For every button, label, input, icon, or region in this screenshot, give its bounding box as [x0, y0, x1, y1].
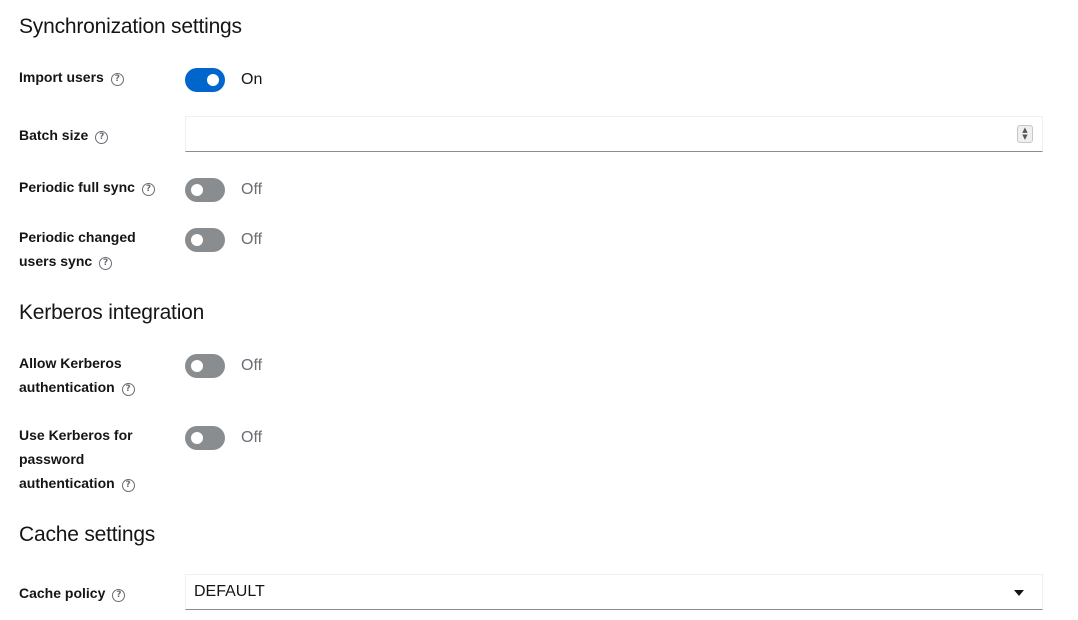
- help-icon[interactable]: ?: [95, 131, 109, 144]
- cache-policy-label-text: Cache policy: [19, 585, 106, 601]
- use-kerberos-password-label: Use Kerberos for password authentication…: [19, 423, 169, 495]
- kerberos-integration-title: Kerberos integration: [19, 301, 205, 324]
- periodic-changed-label: Periodic changed users sync?: [19, 225, 169, 273]
- import-users-label: Import users?: [19, 65, 169, 89]
- periodic-changed-label-line2-wrap: users sync?: [19, 249, 169, 273]
- help-icon[interactable]: ?: [110, 73, 124, 86]
- help-icon[interactable]: ?: [121, 479, 135, 492]
- allow-kerberos-label-line2: authentication: [19, 379, 115, 395]
- toggle-knob: [191, 184, 203, 196]
- import-users-label-text: Import users: [19, 69, 104, 85]
- spinner-down-icon[interactable]: ▼: [1022, 134, 1027, 141]
- use-kerberos-password-label-line1: Use Kerberos for: [19, 427, 133, 443]
- periodic-changed-toggle-group: Off: [185, 228, 262, 252]
- help-icon[interactable]: ?: [121, 383, 135, 396]
- import-users-toggle[interactable]: [185, 68, 225, 92]
- import-users-state: On: [241, 71, 263, 88]
- toggle-knob: [191, 234, 203, 246]
- allow-kerberos-label-line2-wrap: authentication?: [19, 375, 169, 399]
- periodic-full-sync-toggle[interactable]: [185, 178, 225, 202]
- use-kerberos-password-label-line3: authentication: [19, 475, 115, 491]
- use-kerberos-password-state: Off: [241, 429, 263, 446]
- periodic-full-sync-label: Periodic full sync?: [19, 175, 169, 199]
- batch-size-label-text: Batch size: [19, 127, 89, 143]
- toggle-knob: [191, 432, 203, 444]
- help-icon[interactable]: ?: [112, 589, 126, 602]
- periodic-changed-state: Off: [241, 231, 263, 248]
- cache-policy-select[interactable]: DEFAULT: [185, 574, 1043, 610]
- cache-policy-label: Cache policy?: [19, 581, 169, 605]
- sync-settings-title: Synchronization settings: [19, 15, 242, 38]
- periodic-full-sync-toggle-group: Off: [185, 178, 262, 202]
- periodic-changed-label-line2: users sync: [19, 253, 93, 269]
- number-spinner-icon[interactable]: ▲ ▼: [1017, 125, 1033, 143]
- help-icon[interactable]: ?: [141, 183, 155, 196]
- toggle-knob: [191, 360, 203, 372]
- cache-settings-title: Cache settings: [19, 523, 156, 546]
- batch-size-label: Batch size?: [19, 123, 169, 147]
- allow-kerberos-label: Allow Kerberos authentication?: [19, 351, 169, 399]
- caret-down-icon[interactable]: [1014, 590, 1024, 596]
- ldap-settings-page: Synchronization settings Import users? O…: [0, 0, 1078, 620]
- allow-kerberos-label-line1: Allow Kerberos: [19, 355, 122, 371]
- allow-kerberos-toggle-group: Off: [185, 354, 262, 378]
- use-kerberos-password-label-line3-wrap: authentication?: [19, 471, 169, 495]
- toggle-knob: [207, 74, 219, 86]
- import-users-toggle-group: On: [185, 68, 262, 92]
- periodic-changed-label-line1: Periodic changed: [19, 229, 136, 245]
- help-icon[interactable]: ?: [99, 257, 113, 270]
- use-kerberos-password-toggle-group: Off: [185, 426, 262, 450]
- use-kerberos-password-label-line2: password: [19, 451, 85, 467]
- periodic-full-sync-label-text: Periodic full sync: [19, 179, 135, 195]
- use-kerberos-password-toggle[interactable]: [185, 426, 225, 450]
- batch-size-input[interactable]: [194, 119, 998, 151]
- periodic-full-sync-state: Off: [241, 181, 263, 198]
- cache-policy-value: DEFAULT: [194, 583, 265, 600]
- allow-kerberos-state: Off: [241, 357, 263, 374]
- periodic-changed-toggle[interactable]: [185, 228, 225, 252]
- batch-size-field: ▲ ▼: [185, 116, 1043, 152]
- allow-kerberos-toggle[interactable]: [185, 354, 225, 378]
